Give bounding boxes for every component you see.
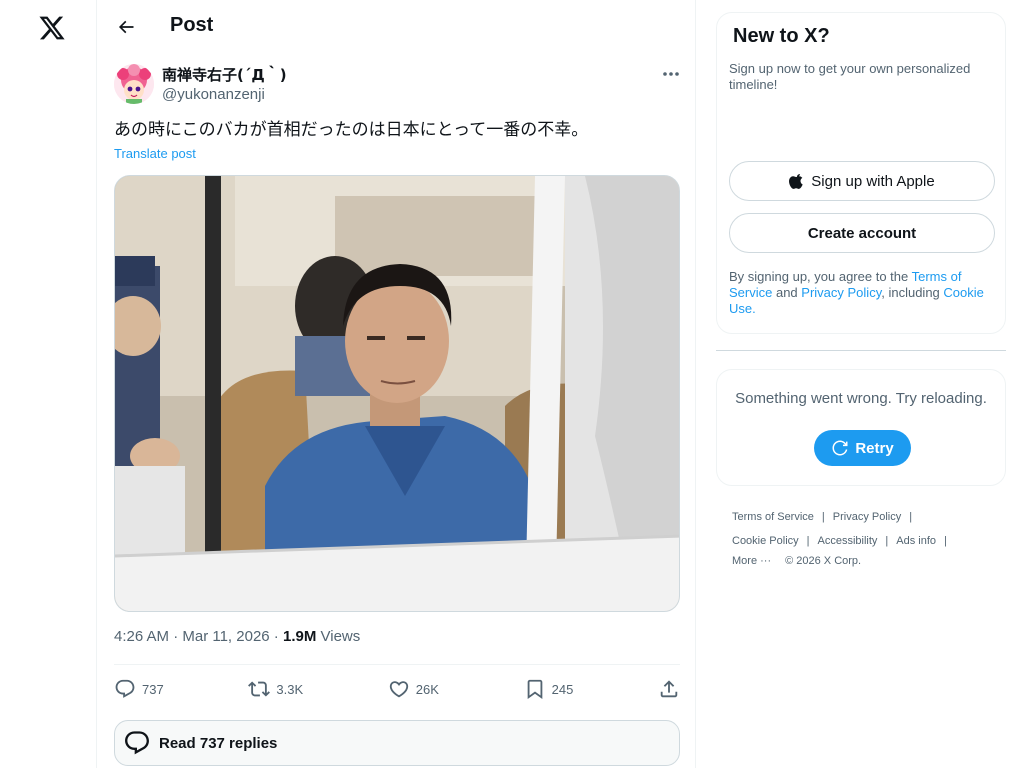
footer-accessibility-link[interactable]: Accessibility	[818, 529, 878, 553]
error-card: Something went wrong. Try reloading. Ret…	[716, 369, 1006, 486]
reply-bubble-icon	[125, 731, 149, 755]
bookmark-button[interactable]: 245	[524, 678, 574, 700]
apple-icon	[789, 173, 803, 189]
footer-privacy-link[interactable]: Privacy Policy	[833, 505, 901, 529]
share-button[interactable]	[658, 678, 680, 700]
sidebar-divider	[716, 350, 1006, 351]
footer-more-button[interactable]: More ···	[732, 553, 771, 569]
repost-button[interactable]: 3.3K	[248, 678, 303, 700]
post-author: 南禅寺右子(´Д｀) @yukonanzenji	[114, 64, 287, 105]
more-dots-icon	[663, 72, 679, 76]
bookmark-icon	[527, 679, 542, 700]
like-button[interactable]: 26K	[388, 678, 439, 700]
more-options-button[interactable]	[657, 64, 685, 84]
back-button[interactable]	[109, 10, 143, 44]
post-meta: 4:26 AM · Mar 11, 2026 · 1.9M Views	[114, 628, 360, 645]
footer-terms-link[interactable]: Terms of Service	[732, 505, 814, 529]
signup-terms: By signing up, you agree to the Terms of…	[729, 269, 997, 317]
error-message: Something went wrong. Try reloading.	[735, 390, 987, 407]
views-label: Views	[316, 628, 361, 645]
footer-separator: |	[821, 511, 825, 523]
reply-button[interactable]: 737	[114, 678, 164, 700]
footer-ads-link[interactable]: Ads info	[896, 529, 936, 553]
post-timestamp[interactable]: 4:26 AM · Mar 11, 2026 ·	[114, 628, 283, 645]
post-actions: 737 3.3K 26K 245	[114, 673, 680, 705]
reply-count: 737	[142, 681, 164, 697]
read-replies-label: Read 737 replies	[159, 734, 278, 752]
like-count: 26K	[415, 681, 439, 697]
share-icon	[660, 680, 678, 698]
footer-separator: |	[909, 511, 913, 523]
footer-cookie-link[interactable]: Cookie Policy	[732, 529, 799, 553]
main-column: Post 南禅寺右子(´Д｀) @yukonanzenji あの時にこのバカが首	[96, 0, 696, 768]
author-handle[interactable]: @yukonanzenji	[162, 85, 287, 105]
x-logo-icon[interactable]	[36, 12, 68, 44]
footer-separator: |	[806, 535, 810, 547]
arrow-left-icon	[118, 20, 134, 34]
retry-label: Retry	[855, 439, 894, 457]
bookmark-count: 245	[551, 681, 574, 697]
signup-card: New to X? Sign up now to get your own pe…	[716, 12, 1006, 334]
left-nav	[0, 0, 96, 768]
apple-button-label: Sign up with Apple	[811, 172, 935, 190]
divider	[114, 664, 680, 665]
retry-button[interactable]: Retry	[814, 430, 911, 466]
footer-separator: |	[885, 535, 889, 547]
signup-subtitle: Sign up now to get your own personalized…	[729, 61, 971, 92]
footer-separator: |	[944, 535, 947, 547]
footer-links: Terms of Service | Privacy Policy | Cookie…	[732, 505, 1004, 569]
post-image[interactable]	[114, 175, 680, 612]
translate-post-link[interactable]: Translate post	[114, 146, 196, 161]
refresh-icon	[832, 440, 848, 456]
read-replies-button[interactable]: Read 737 replies	[114, 720, 680, 766]
sign-up-apple-button[interactable]: Sign up with Apple	[729, 161, 995, 201]
signup-title: New to X?	[733, 25, 830, 47]
privacy-policy-link[interactable]: Privacy Policy	[801, 285, 881, 300]
heart-icon	[389, 681, 408, 698]
terms-prefix: By signing up, you agree to the	[729, 269, 912, 284]
create-account-button[interactable]: Create account	[729, 213, 995, 253]
terms-including: , including	[881, 285, 944, 300]
page-header: Post	[97, 0, 697, 53]
footer-copyright: © 2026 X Corp.	[785, 555, 862, 567]
author-display-name[interactable]: 南禅寺右子(´Д｀)	[162, 65, 287, 85]
repost-count: 3.3K	[276, 681, 304, 697]
post-text: あの時にこのバカが首相だったのは日本にとって一番の不幸。	[114, 120, 589, 140]
views-count: 1.9M	[282, 628, 317, 645]
repost-icon	[248, 681, 271, 697]
reply-icon	[115, 679, 135, 698]
avatar[interactable]	[114, 64, 154, 104]
page-title: Post	[170, 14, 214, 36]
terms-and: and	[772, 285, 802, 300]
